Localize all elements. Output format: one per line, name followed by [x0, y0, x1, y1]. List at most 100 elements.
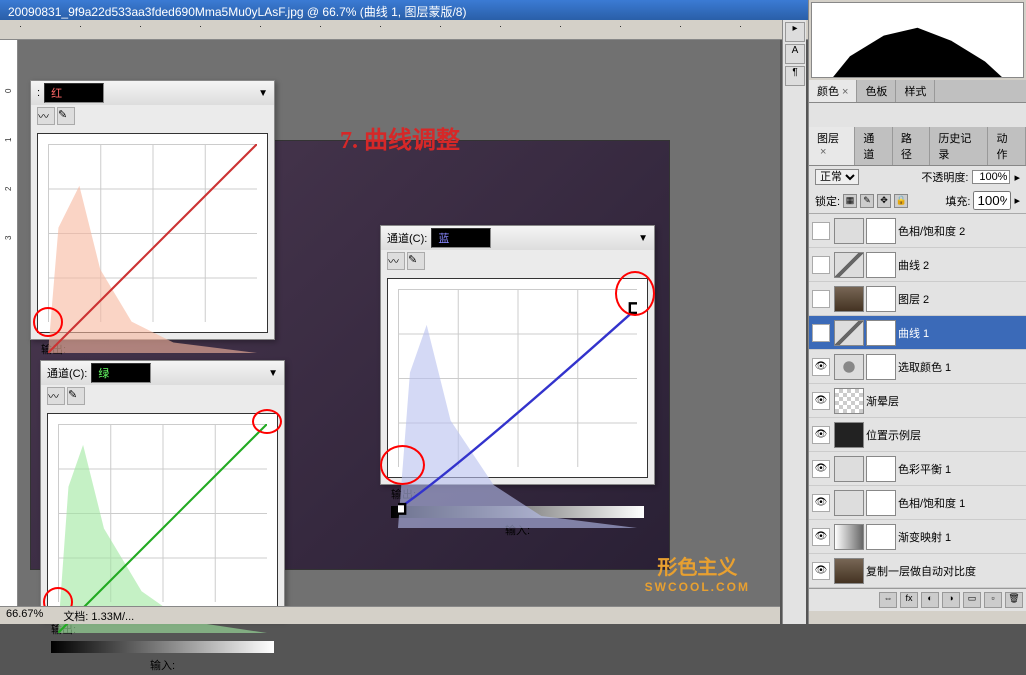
curve-tool-icon[interactable]: 〰: [47, 387, 65, 405]
curve-graph-red[interactable]: [37, 133, 268, 333]
visibility-toggle[interactable]: [812, 222, 830, 240]
layer-name[interactable]: 色彩平衡 1: [898, 461, 1023, 477]
layer-name[interactable]: 图层 2: [898, 291, 1023, 307]
channel-select-blue[interactable]: 蓝: [431, 228, 491, 248]
layer-name[interactable]: 渐变映射 1: [898, 529, 1023, 545]
chevron-right-icon[interactable]: ▸: [1014, 171, 1020, 184]
curves-panel-blue[interactable]: 通道(C): 蓝 ▼ 〰✎ 输出: 输入:: [380, 225, 655, 485]
layer-thumbnail[interactable]: [834, 252, 864, 278]
colors-panel-body[interactable]: [809, 103, 1026, 127]
layer-mask-thumbnail[interactable]: [866, 354, 896, 380]
layer-mask-thumbnail[interactable]: [866, 286, 896, 312]
lock-brush-icon[interactable]: ✎: [860, 194, 874, 208]
layer-thumbnail[interactable]: [834, 286, 864, 312]
opacity-input[interactable]: [972, 170, 1010, 184]
visibility-toggle[interactable]: [812, 256, 830, 274]
layer-row[interactable]: 图层 2: [809, 282, 1026, 316]
close-icon[interactable]: ×: [842, 86, 848, 98]
layer-name[interactable]: 复制一层做自动对比度: [866, 563, 1023, 579]
layer-name[interactable]: 色相/饱和度 2: [898, 223, 1023, 239]
layer-name[interactable]: 渐晕层: [866, 393, 1023, 409]
layer-name[interactable]: 色相/饱和度 1: [898, 495, 1023, 511]
layer-row[interactable]: 👁 渐变映射 1: [809, 520, 1026, 554]
layer-thumbnail[interactable]: [834, 490, 864, 516]
lock-transparency-icon[interactable]: ▦: [843, 194, 857, 208]
chevron-right-icon[interactable]: ▸: [1014, 194, 1020, 207]
layer-mask-thumbnail[interactable]: [866, 218, 896, 244]
layer-mask-thumbnail[interactable]: [866, 524, 896, 550]
new-layer-icon[interactable]: ▫: [984, 592, 1002, 608]
folder-icon[interactable]: ▭: [963, 592, 981, 608]
layer-row[interactable]: 👁 渐晕层: [809, 384, 1026, 418]
layer-mask-thumbnail[interactable]: [866, 320, 896, 346]
layer-row[interactable]: 👁 色相/饱和度 1: [809, 486, 1026, 520]
layer-thumbnail[interactable]: [834, 524, 864, 550]
curves-panel-green[interactable]: 通道(C): 绿 ▼ 〰✎ 输出: 输入:: [40, 360, 285, 620]
curve-tool-icon[interactable]: 〰: [387, 252, 405, 270]
tab-colors[interactable]: 颜色×: [809, 80, 857, 102]
visibility-toggle[interactable]: 👁: [812, 324, 830, 342]
layer-name[interactable]: 曲线 2: [898, 257, 1023, 273]
layer-mask-thumbnail[interactable]: [866, 252, 896, 278]
visibility-toggle[interactable]: 👁: [812, 528, 830, 546]
channel-select-red[interactable]: 红: [44, 83, 104, 103]
paragraph-icon[interactable]: ¶: [785, 66, 805, 86]
layer-name[interactable]: 位置示例层: [866, 427, 1023, 443]
layer-row[interactable]: 曲线 2: [809, 248, 1026, 282]
type-icon[interactable]: A: [785, 44, 805, 64]
visibility-toggle[interactable]: [812, 290, 830, 308]
adjust-icon[interactable]: ◑: [942, 592, 960, 608]
visibility-toggle[interactable]: 👁: [812, 460, 830, 478]
dock-icon[interactable]: ▸: [785, 22, 805, 42]
fx-icon[interactable]: fx: [900, 592, 918, 608]
layer-thumbnail[interactable]: [834, 422, 864, 448]
layer-row[interactable]: 👁 复制一层做自动对比度: [809, 554, 1026, 588]
lock-move-icon[interactable]: ✥: [877, 194, 891, 208]
layer-mask-thumbnail[interactable]: [866, 456, 896, 482]
close-icon[interactable]: ×: [820, 146, 826, 158]
channel-select-green[interactable]: 绿: [91, 363, 151, 383]
layer-row[interactable]: 👁 选取颜色 1: [809, 350, 1026, 384]
layer-row[interactable]: 👁 位置示例层: [809, 418, 1026, 452]
link-icon[interactable]: ⇔: [879, 592, 897, 608]
fill-input[interactable]: [973, 191, 1011, 210]
curves-panel-red[interactable]: : 红 ▼ 〰✎ 输出: 输入:: [30, 80, 275, 340]
layer-name[interactable]: 曲线 1: [898, 325, 1023, 341]
pencil-tool-icon[interactable]: ✎: [407, 252, 425, 270]
visibility-toggle[interactable]: 👁: [812, 358, 830, 376]
tab-paths[interactable]: 路径: [893, 127, 931, 165]
pencil-tool-icon[interactable]: ✎: [67, 387, 85, 405]
tab-styles[interactable]: 样式: [896, 80, 935, 102]
tab-actions[interactable]: 动作: [988, 127, 1026, 165]
layer-row[interactable]: 👁 曲线 1: [809, 316, 1026, 350]
layer-thumbnail[interactable]: [834, 558, 864, 584]
trash-icon[interactable]: 🗑: [1005, 592, 1023, 608]
layer-thumbnail[interactable]: [834, 354, 864, 380]
zoom-level[interactable]: 66.67%: [6, 608, 43, 623]
layer-thumbnail[interactable]: [834, 320, 864, 346]
lock-all-icon[interactable]: 🔒: [894, 194, 908, 208]
layer-thumbnail[interactable]: [834, 388, 864, 414]
layer-row[interactable]: 色相/饱和度 2: [809, 214, 1026, 248]
curve-tool-icon[interactable]: 〰: [37, 107, 55, 125]
layer-thumbnail[interactable]: [834, 218, 864, 244]
blend-mode-select[interactable]: 正常: [815, 169, 859, 185]
layer-mask-thumbnail[interactable]: [866, 490, 896, 516]
layer-name[interactable]: 选取颜色 1: [898, 359, 1023, 375]
curve-graph-green[interactable]: [47, 413, 278, 613]
pencil-tool-icon[interactable]: ✎: [57, 107, 75, 125]
histogram-panel[interactable]: [811, 2, 1024, 78]
curve-graph-blue[interactable]: [387, 278, 648, 478]
visibility-toggle[interactable]: 👁: [812, 426, 830, 444]
layer-thumbnail[interactable]: [834, 456, 864, 482]
tab-history[interactable]: 历史记录: [930, 127, 988, 165]
tab-channels[interactable]: 通道: [855, 127, 893, 165]
visibility-toggle[interactable]: 👁: [812, 562, 830, 580]
layer-list[interactable]: 色相/饱和度 2 曲线 2 图层 2 👁 曲线 1 👁 选取颜色 1 👁 渐晕层 👁 位置示例层 👁 色…: [809, 214, 1026, 588]
visibility-toggle[interactable]: 👁: [812, 392, 830, 410]
mask-icon[interactable]: ◐: [921, 592, 939, 608]
layer-row[interactable]: 👁 色彩平衡 1: [809, 452, 1026, 486]
visibility-toggle[interactable]: 👁: [812, 494, 830, 512]
tab-swatches[interactable]: 色板: [857, 80, 896, 102]
tab-layers[interactable]: 图层×: [809, 127, 855, 165]
